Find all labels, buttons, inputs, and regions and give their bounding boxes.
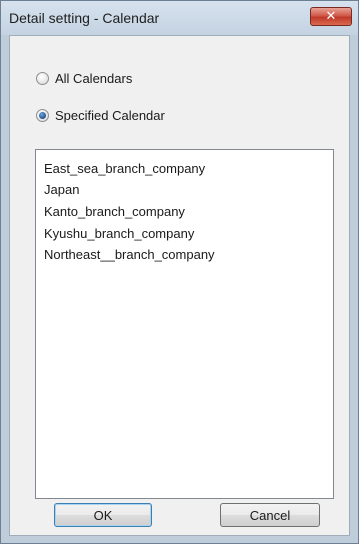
dialog-content: All Calendars Specified Calendar East_se… [9,35,350,536]
close-button[interactable]: ✕ [310,7,352,26]
list-item[interactable]: Japan [44,182,79,197]
specified-calendar-radio[interactable]: Specified Calendar [36,108,165,123]
radio-unchecked-icon[interactable] [36,72,49,85]
radio-checked-icon[interactable] [36,109,49,122]
ok-button[interactable]: OK [54,503,152,527]
title-bar[interactable]: Detail setting - Calendar ✕ [1,1,358,35]
list-item[interactable]: Kanto_branch_company [44,204,185,219]
dialog-window: Detail setting - Calendar ✕ All Calendar… [0,0,359,544]
window-title: Detail setting - Calendar [9,10,160,26]
list-item[interactable]: Northeast__branch_company [44,247,215,262]
list-item[interactable]: East_sea_branch_company [44,161,205,176]
list-item[interactable]: Kyushu_branch_company [44,226,194,241]
close-icon: ✕ [325,9,337,24]
all-calendars-label: All Calendars [55,71,133,86]
all-calendars-radio[interactable]: All Calendars [36,71,132,86]
calendar-listbox[interactable]: East_sea_branch_company Japan Kanto_bran… [35,149,334,499]
specified-calendar-label: Specified Calendar [55,108,165,123]
cancel-button[interactable]: Cancel [220,503,320,527]
